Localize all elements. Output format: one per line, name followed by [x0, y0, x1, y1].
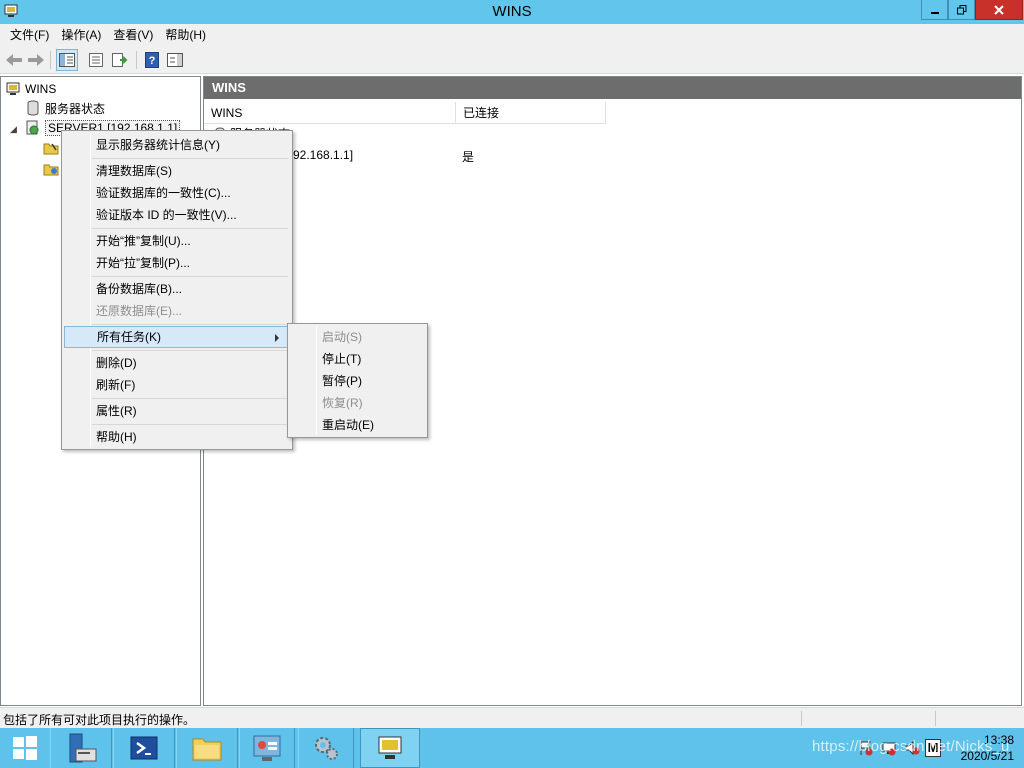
restore-icon	[956, 4, 966, 14]
menu-item-scavenge-database[interactable]: 清理数据库(S)	[64, 160, 290, 182]
export-list-button[interactable]	[109, 49, 131, 71]
watermark-text: https://blog.csdn.net/Nicks_u	[812, 738, 1010, 755]
wins-icon	[5, 81, 21, 97]
export-icon	[112, 53, 128, 67]
menu-help[interactable]: 帮助(H)	[159, 25, 212, 45]
menu-item-start-push-replication[interactable]: 开始“推”复制(U)...	[64, 230, 290, 252]
action-pane-icon	[167, 53, 183, 67]
menu-item-label: 所有任务(K)	[97, 330, 161, 344]
server-icon	[25, 120, 41, 136]
show-action-pane-button[interactable]	[164, 49, 186, 71]
start-button[interactable]	[0, 728, 50, 768]
close-button[interactable]	[975, 0, 1023, 20]
control-panel-icon	[253, 735, 281, 761]
submenu-arrow-icon	[275, 334, 279, 342]
properties-button[interactable]	[85, 49, 107, 71]
submenu-item-pause[interactable]: 暂停(P)	[290, 370, 425, 392]
title-bar: WINS	[0, 0, 1024, 24]
taskbar-server-manager[interactable]	[50, 728, 112, 768]
submenu-item-resume: 恢复(R)	[322, 396, 363, 410]
menu-item-all-tasks[interactable]: 所有任务(K)	[64, 326, 290, 348]
wins-icon	[378, 736, 402, 759]
menu-item-verify-version-id[interactable]: 验证版本 ID 的一致性(V)...	[64, 204, 290, 226]
help-icon: ?	[145, 52, 159, 68]
submenu-item-start: 启动(S)	[322, 330, 362, 344]
column-header-connected[interactable]: 已连接	[456, 102, 606, 124]
menu-separator	[92, 276, 288, 277]
server-manager-icon	[69, 733, 97, 763]
toolbar-separator	[50, 51, 51, 69]
menu-bar: 文件(F) 操作(A) 查看(V) 帮助(H)	[0, 24, 1024, 46]
close-icon	[994, 4, 1004, 15]
menu-separator	[92, 424, 288, 425]
powershell-icon	[130, 736, 158, 760]
menu-item-verify-database[interactable]: 验证数据库的一致性(C)...	[64, 182, 290, 204]
menu-item-properties[interactable]: 属性(R)	[64, 400, 290, 422]
taskbar-control-panel[interactable]	[239, 728, 295, 768]
submenu-item-stop[interactable]: 停止(T)	[290, 348, 425, 370]
window-title: WINS	[492, 3, 532, 20]
list-item-connected: 是	[462, 150, 475, 164]
menu-separator	[92, 398, 288, 399]
menu-item-help[interactable]: 帮助(H)	[64, 426, 290, 448]
tree-label: 服务器状态	[45, 101, 106, 116]
menu-item-restore-database: 还原数据库(E)...	[96, 304, 182, 318]
windows-logo-icon	[13, 736, 37, 760]
toolbar: ?	[0, 46, 1024, 74]
submenu-item-restart[interactable]: 重启动(E)	[290, 414, 425, 436]
status-bar: 包括了所有可对此项目执行的操作。	[0, 707, 1024, 728]
taskbar-file-explorer[interactable]	[176, 728, 238, 768]
column-header-wins[interactable]: WINS	[204, 102, 456, 124]
menu-item-show-statistics[interactable]: 显示服务器统计信息(Y)	[64, 134, 290, 156]
restore-button[interactable]	[948, 0, 975, 20]
forward-button[interactable]	[25, 49, 47, 71]
status-divider	[801, 711, 802, 726]
menu-separator	[92, 324, 288, 325]
folder-icon	[192, 738, 222, 761]
minimize-button[interactable]	[921, 0, 948, 20]
folder-icon	[43, 140, 59, 156]
taskbar-wins[interactable]	[360, 728, 420, 768]
menu-view[interactable]: 查看(V)	[107, 25, 159, 45]
context-menu: 显示服务器统计信息(Y) 清理数据库(S) 验证数据库的一致性(C)... 验证…	[61, 130, 293, 450]
menu-item-delete[interactable]: 删除(D)	[64, 352, 290, 374]
menu-separator	[92, 228, 288, 229]
taskbar-services[interactable]	[298, 728, 354, 768]
properties-icon	[89, 53, 103, 67]
menu-file[interactable]: 文件(F)	[4, 25, 55, 45]
tree-label: WINS	[25, 82, 57, 96]
minimize-icon	[930, 11, 939, 14]
show-hide-console-tree-button[interactable]	[56, 49, 78, 71]
taskbar-powershell[interactable]	[113, 728, 175, 768]
back-arrow-icon	[6, 54, 22, 66]
tree-item-server-status[interactable]: 服务器状态	[25, 98, 105, 118]
collapse-arrow-icon[interactable]: ◢	[10, 124, 17, 135]
tree-item-wins-root[interactable]: WINS	[5, 79, 56, 99]
status-text: 包括了所有可对此项目执行的操作。	[3, 713, 196, 727]
svg-text:?: ?	[149, 55, 156, 67]
menu-separator	[92, 350, 288, 351]
folder-icon	[43, 161, 59, 177]
tree-item-replication-partners[interactable]	[43, 159, 63, 179]
menu-item-start-pull-replication[interactable]: 开始“拉”复制(P)...	[64, 252, 290, 274]
all-tasks-submenu: 启动(S) 停止(T) 暂停(P) 恢复(R) 重启动(E)	[287, 323, 428, 438]
details-header: WINS	[204, 77, 1021, 99]
status-divider	[935, 711, 936, 726]
menu-item-refresh[interactable]: 刷新(F)	[64, 374, 290, 396]
database-icon	[25, 100, 41, 116]
help-button[interactable]: ?	[141, 49, 163, 71]
menu-action[interactable]: 操作(A)	[55, 25, 107, 45]
list-item-name[interactable]: 92.168.1.1]	[293, 148, 353, 162]
menu-item-backup-database[interactable]: 备份数据库(B)...	[64, 278, 290, 300]
console-tree-icon	[59, 53, 75, 67]
back-button[interactable]	[3, 49, 25, 71]
toolbar-separator	[136, 51, 137, 69]
gears-icon	[315, 737, 338, 760]
forward-arrow-icon	[28, 54, 44, 66]
menu-separator	[92, 158, 288, 159]
tree-item-active-registrations[interactable]	[43, 138, 63, 158]
